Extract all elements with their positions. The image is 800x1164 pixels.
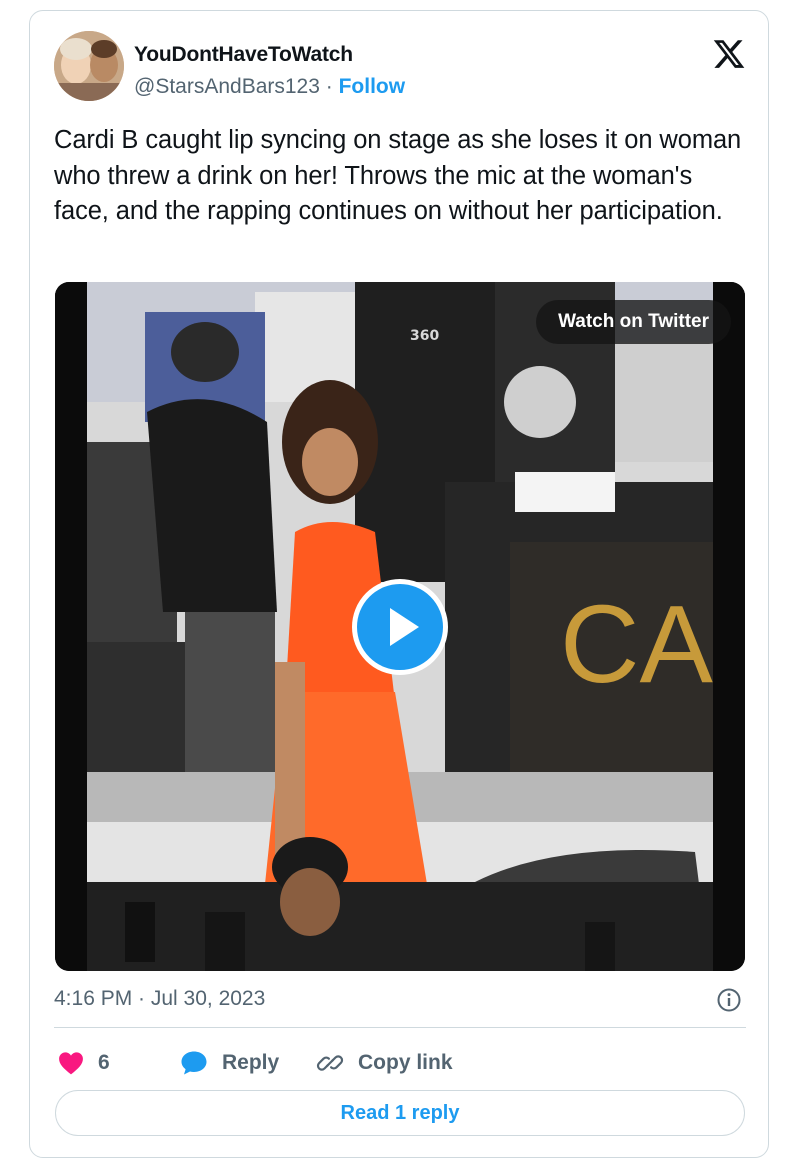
divider	[54, 1027, 746, 1028]
like-button[interactable]: 6	[58, 1043, 110, 1083]
tweet-text: Cardi B caught lip syncing on stage as s…	[54, 126, 742, 225]
info-icon[interactable]	[716, 987, 742, 1013]
x-logo-icon[interactable]	[712, 37, 746, 71]
tweet-header: YouDontHaveToWatch @StarsAndBars123 · Fo…	[54, 31, 746, 103]
handle-row: @StarsAndBars123 · Follow	[134, 75, 405, 99]
author-handle[interactable]: @StarsAndBars123	[134, 75, 320, 98]
follow-button[interactable]: Follow	[339, 75, 406, 98]
play-icon[interactable]	[352, 579, 448, 675]
copy-link-button[interactable]: Copy link	[316, 1043, 453, 1083]
video-player[interactable]: 360 CA Watch on Twitter	[55, 282, 745, 971]
tweet-card: YouDontHaveToWatch @StarsAndBars123 · Fo…	[29, 10, 769, 1158]
shirt-logo-text: 360	[410, 328, 439, 344]
like-count: 6	[98, 1051, 110, 1074]
copy-link-label: Copy link	[358, 1051, 453, 1074]
tweet-actions: 6 Reply Copy link	[54, 1043, 746, 1083]
reply-bubble-icon	[181, 1051, 207, 1075]
tweet-timestamp[interactable]: 4:16 PM · Jul 30, 2023	[54, 987, 265, 1011]
read-replies-button[interactable]: Read 1 reply	[55, 1090, 745, 1136]
reply-label: Reply	[222, 1051, 280, 1074]
heart-icon	[59, 1052, 83, 1075]
sign-text: CA	[560, 583, 713, 706]
author-name[interactable]: YouDontHaveToWatch	[134, 43, 353, 67]
reply-button[interactable]: Reply	[180, 1043, 279, 1083]
watch-on-twitter-button[interactable]: Watch on Twitter	[536, 300, 731, 344]
link-icon	[316, 1055, 344, 1071]
avatar[interactable]	[54, 31, 124, 101]
separator: ·	[319, 75, 339, 98]
